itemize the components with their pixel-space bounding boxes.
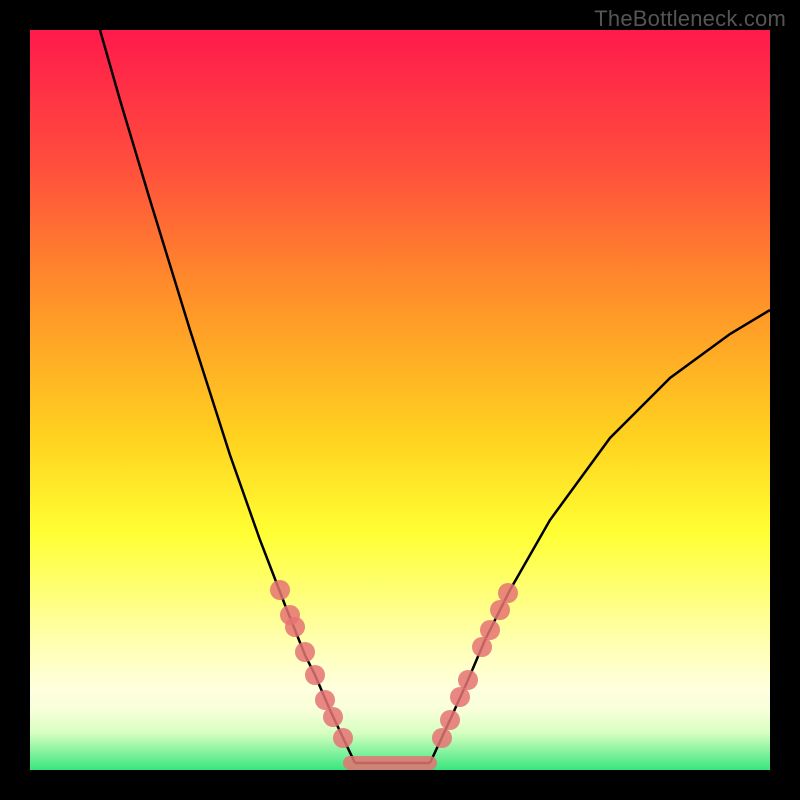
left-branch-line xyxy=(100,30,355,763)
markers-left-group xyxy=(270,580,353,748)
data-marker xyxy=(285,617,305,637)
data-marker xyxy=(490,600,510,620)
plot-area xyxy=(30,30,770,770)
data-marker xyxy=(472,637,492,657)
curve-svg xyxy=(30,30,770,770)
data-marker xyxy=(305,665,325,685)
data-marker xyxy=(323,707,343,727)
data-marker xyxy=(432,728,452,748)
data-marker xyxy=(480,620,500,640)
data-marker xyxy=(458,670,478,690)
data-marker xyxy=(498,583,518,603)
watermark-text: TheBottleneck.com xyxy=(594,6,786,32)
data-marker xyxy=(333,728,353,748)
data-marker xyxy=(270,580,290,600)
data-marker xyxy=(450,687,470,707)
right-branch-line xyxy=(430,310,770,763)
data-marker xyxy=(440,710,460,730)
data-marker xyxy=(315,690,335,710)
chart-frame: TheBottleneck.com xyxy=(0,0,800,800)
data-marker xyxy=(295,642,315,662)
